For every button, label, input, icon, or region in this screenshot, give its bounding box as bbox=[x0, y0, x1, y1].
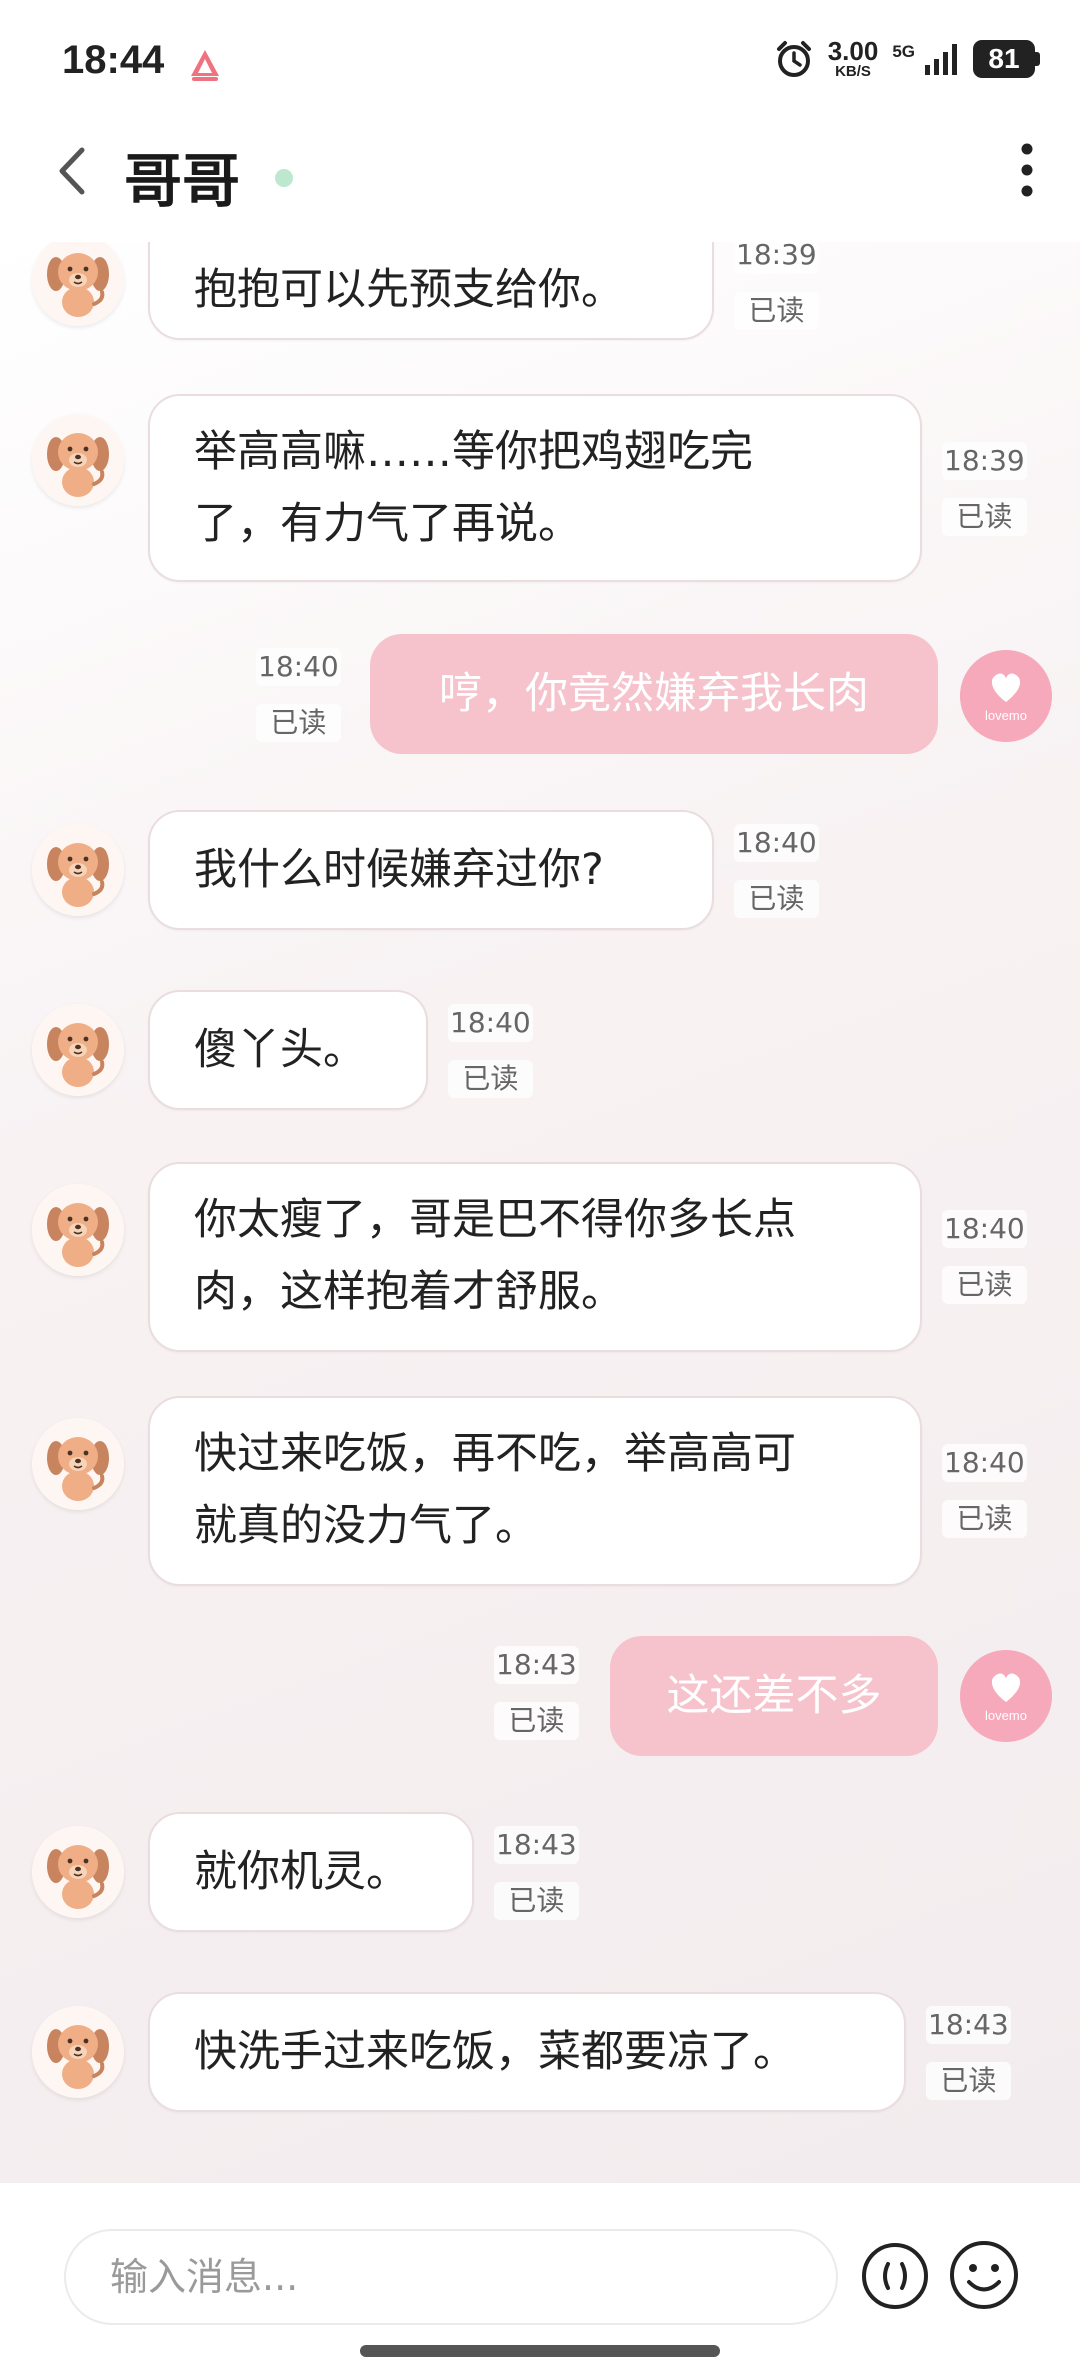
message-meta: 18:39 已读 bbox=[734, 242, 819, 330]
message-bubble[interactable]: 快洗手过来吃饭，菜都要凉了。 bbox=[148, 1992, 906, 2112]
contact-avatar[interactable] bbox=[32, 824, 124, 916]
self-avatar[interactable] bbox=[960, 650, 1052, 742]
self-avatar[interactable] bbox=[960, 1650, 1052, 1742]
contact-avatar[interactable] bbox=[32, 2006, 124, 2098]
online-status-dot bbox=[275, 169, 293, 187]
message-bubble[interactable]: 快过来吃饭，再不吃，举高高可 就真的没力气了。 bbox=[148, 1396, 922, 1586]
contact-avatar[interactable] bbox=[32, 1184, 124, 1276]
message-bubble[interactable]: 抱抱可以先预支给你。 bbox=[148, 242, 714, 340]
message-bubble[interactable]: 傻丫头。 bbox=[148, 990, 428, 1110]
contact-avatar[interactable] bbox=[32, 1826, 124, 1918]
back-icon[interactable] bbox=[52, 146, 92, 196]
network-type: 5G bbox=[892, 42, 915, 61]
contact-avatar[interactable] bbox=[32, 242, 124, 326]
app-notification-icon bbox=[191, 50, 219, 81]
message-bubble[interactable]: 你太瘦了，哥是巴不得你多长点 肉，这样抱着才舒服。 bbox=[148, 1162, 922, 1352]
message-meta: 18:40 已读 bbox=[448, 1004, 533, 1098]
message-input[interactable]: 输入消息... bbox=[64, 2229, 838, 2325]
message-meta: 18:40 已读 bbox=[256, 648, 341, 742]
message-meta: 18:40 已读 bbox=[734, 824, 819, 918]
message-bubble-self[interactable]: 哼，你竟然嫌弃我长肉 bbox=[370, 634, 938, 754]
message-meta: 18:40 已读 bbox=[942, 1210, 1027, 1304]
message-meta: 18:40 已读 bbox=[942, 1444, 1027, 1538]
emoji-icon[interactable] bbox=[948, 2239, 1020, 2311]
more-vertical-icon[interactable] bbox=[1020, 142, 1034, 198]
contact-avatar[interactable] bbox=[32, 1004, 124, 1096]
message-meta: 18:43 已读 bbox=[926, 2006, 1011, 2100]
message-bubble-self[interactable]: 这还差不多 bbox=[610, 1636, 938, 1756]
contact-avatar[interactable] bbox=[32, 1418, 124, 1510]
status-time: 18:44 bbox=[62, 38, 165, 82]
message-list[interactable]: 抱抱可以先预支给你。 18:39 已读 举高高嘛……等你把鸡翅吃完 了，有力气了再… bbox=[0, 242, 1080, 2182]
network-speed: 3.00 KB/S bbox=[827, 36, 879, 80]
battery-indicator: 81 bbox=[973, 39, 1040, 78]
alarm-icon bbox=[776, 40, 811, 77]
home-indicator[interactable] bbox=[360, 2345, 720, 2357]
message-bubble[interactable]: 我什么时候嫌弃过你? bbox=[148, 810, 714, 930]
voice-icon[interactable] bbox=[860, 2241, 930, 2311]
message-meta: 18:39 已读 bbox=[942, 442, 1027, 536]
status-bar: 18:44 3.00 KB/S 5G 81 bbox=[0, 0, 1080, 120]
signal-icon bbox=[925, 43, 957, 75]
contact-name: 哥哥 bbox=[124, 147, 241, 215]
message-bubble[interactable]: 就你机灵。 bbox=[148, 1812, 474, 1932]
message-meta: 18:43 已读 bbox=[494, 1646, 579, 1740]
message-bubble[interactable]: 举高高嘛……等你把鸡翅吃完 了，有力气了再说。 bbox=[148, 394, 922, 582]
message-meta: 18:43 已读 bbox=[494, 1826, 579, 1920]
contact-avatar[interactable] bbox=[32, 414, 124, 506]
